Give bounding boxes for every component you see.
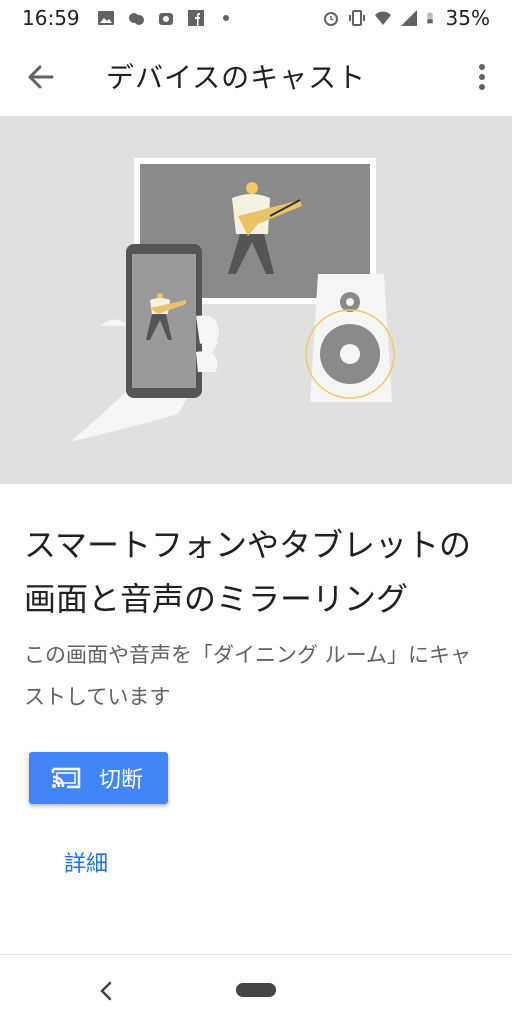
disconnect-button-label: 切断 <box>99 768 144 793</box>
dot-icon <box>223 15 229 21</box>
signal-icon <box>400 10 417 26</box>
battery-percent: 35% <box>445 6 490 30</box>
nav-back-icon[interactable] <box>96 979 116 1003</box>
arrow-back-icon[interactable] <box>22 62 58 92</box>
battery-icon <box>426 12 433 24</box>
cast-status-text: この画面や音声を「ダイニング ルーム」にキャストしています <box>24 643 472 709</box>
alarm-icon <box>323 12 338 26</box>
disconnect-button[interactable]: 切断 <box>29 752 168 804</box>
nav-home-pill[interactable] <box>236 983 276 997</box>
cast-connected-icon <box>51 767 81 789</box>
status-bar: 16:59 35% <box>0 0 512 36</box>
image-icon <box>98 11 114 25</box>
weather-icon <box>129 13 144 25</box>
system-icons: 35% <box>322 6 490 30</box>
status-time: 16:59 <box>22 6 80 30</box>
notification-icons <box>97 9 235 27</box>
page-title: デバイスのキャスト <box>106 61 367 94</box>
app-bar: デバイスのキャスト <box>0 40 512 112</box>
app-icon <box>159 13 173 25</box>
cast-heading: スマートフォンやタブレットの画面と音声のミラーリング <box>24 526 472 618</box>
wifi-icon <box>374 11 391 25</box>
more-vert-icon[interactable] <box>470 62 494 92</box>
phone-in-hand <box>70 244 219 442</box>
facebook-icon <box>188 10 204 26</box>
cast-illustration-art <box>70 158 395 442</box>
speaker-device <box>305 274 395 402</box>
cast-illustration <box>0 116 512 484</box>
vibrate-icon <box>348 10 365 26</box>
details-link[interactable]: 詳細 <box>64 846 108 878</box>
navigation-bar <box>0 954 512 1025</box>
